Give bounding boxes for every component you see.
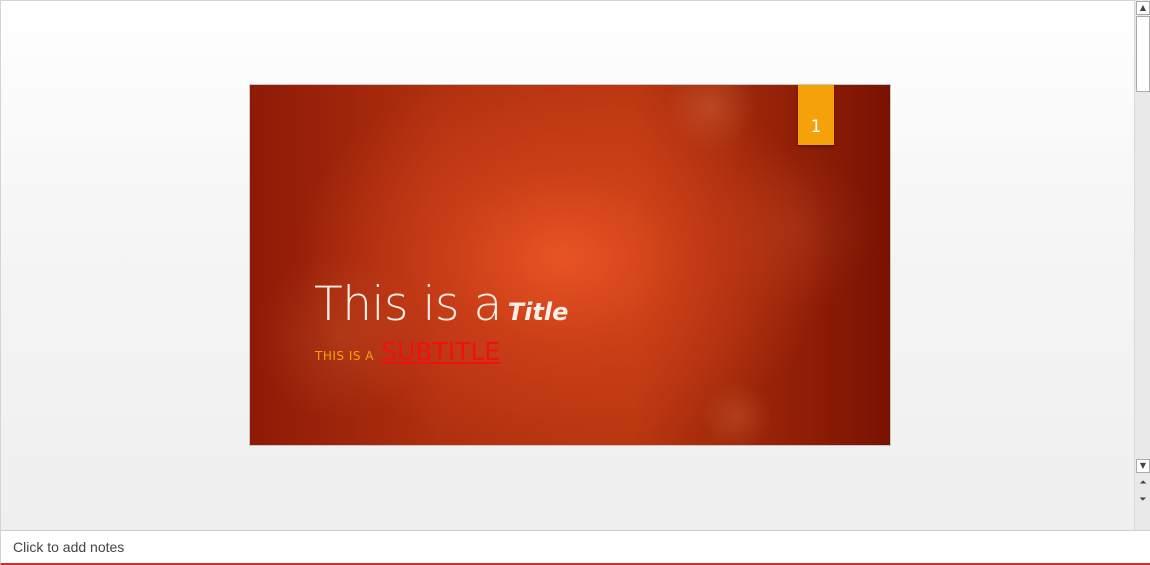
vertical-scrollbar[interactable]: ▲ ▼ ⏶ ⏷: [1134, 0, 1150, 530]
notes-pane[interactable]: Click to add notes: [0, 530, 1150, 565]
subtitle-link[interactable]: SUBTITLE: [381, 337, 500, 366]
scroll-down-button[interactable]: ▼: [1136, 459, 1150, 473]
title-main-text: This is a: [314, 277, 502, 332]
chevron-up-icon: ▲: [1139, 3, 1147, 12]
slide-editor-pane[interactable]: 1 This is a Title THIS IS A SUBTITLE: [0, 0, 1134, 530]
slide-number-tag[interactable]: 1: [798, 85, 834, 145]
slide-number: 1: [810, 117, 822, 137]
double-chevron-down-icon: ⏷: [1139, 495, 1147, 505]
slide-title[interactable]: This is a Title: [314, 277, 568, 332]
double-chevron-up-icon: ⏶: [1139, 478, 1147, 488]
notes-placeholder: Click to add notes: [13, 539, 125, 555]
next-slide-button[interactable]: ⏷: [1136, 493, 1150, 507]
scroll-up-button[interactable]: ▲: [1136, 1, 1150, 15]
chevron-down-icon: ▼: [1139, 461, 1147, 470]
slide-canvas[interactable]: 1 This is a Title THIS IS A SUBTITLE: [249, 84, 891, 446]
previous-slide-button[interactable]: ⏶: [1136, 476, 1150, 490]
slide-subtitle[interactable]: THIS IS A SUBTITLE: [315, 337, 500, 366]
subtitle-small-text: THIS IS A: [315, 349, 375, 363]
title-emphasis-text: Title: [507, 298, 569, 326]
scroll-thumb[interactable]: [1136, 16, 1150, 92]
